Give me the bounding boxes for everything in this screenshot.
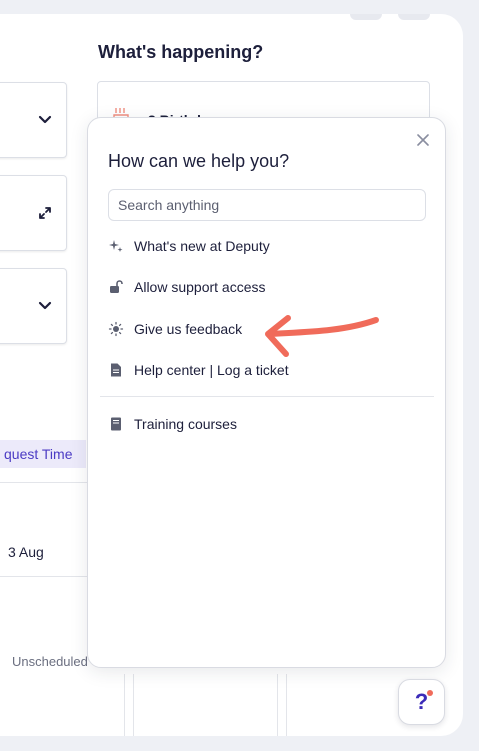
menu-item-label: Training courses [134,416,237,432]
top-toolbar-button[interactable] [350,14,382,20]
divider [0,576,96,577]
menu-item-label: Allow support access [134,279,266,295]
notification-dot [427,690,433,696]
menu-item-training[interactable]: Training courses [108,410,428,438]
help-button[interactable]: ? [398,679,445,725]
unscheduled-label: Unscheduled [12,654,88,669]
menu-item-label: What's new at Deputy [134,238,270,254]
collapsed-widget-card[interactable] [0,268,67,344]
menu-item-whats-new[interactable]: What's new at Deputy [108,232,428,260]
help-panel: How can we help you? What's new at Deput… [87,117,446,668]
column-divider [286,674,287,736]
date-text: 3 Aug [8,544,44,560]
column-divider [133,674,134,736]
chevron-down-icon[interactable] [38,115,52,125]
expandable-widget-card[interactable] [0,175,67,251]
section-title: What's happening? [98,42,264,62]
sparkle-icon [108,238,124,254]
expand-icon[interactable] [38,206,52,220]
menu-divider [100,396,434,397]
menu-item-label: Give us feedback [134,321,243,337]
book-icon [108,416,124,432]
collapsed-widget-card[interactable] [0,82,67,158]
annotation-arrow [265,315,379,357]
help-panel-title: How can we help you? [108,151,290,171]
close-icon[interactable] [415,132,431,148]
chevron-down-icon[interactable] [38,301,52,311]
menu-item-label: Help center | Log a ticket [134,362,289,378]
divider [0,482,96,483]
document-icon [108,362,124,378]
menu-item-support-access[interactable]: Allow support access [108,273,428,301]
top-toolbar-button[interactable] [398,14,430,20]
help-search-input[interactable] [108,189,426,221]
lightbulb-icon [108,321,124,337]
column-divider [124,674,125,736]
request-time-off-tab[interactable]: quest Time [0,440,86,468]
column-divider [277,674,278,736]
unlock-icon [108,279,124,295]
